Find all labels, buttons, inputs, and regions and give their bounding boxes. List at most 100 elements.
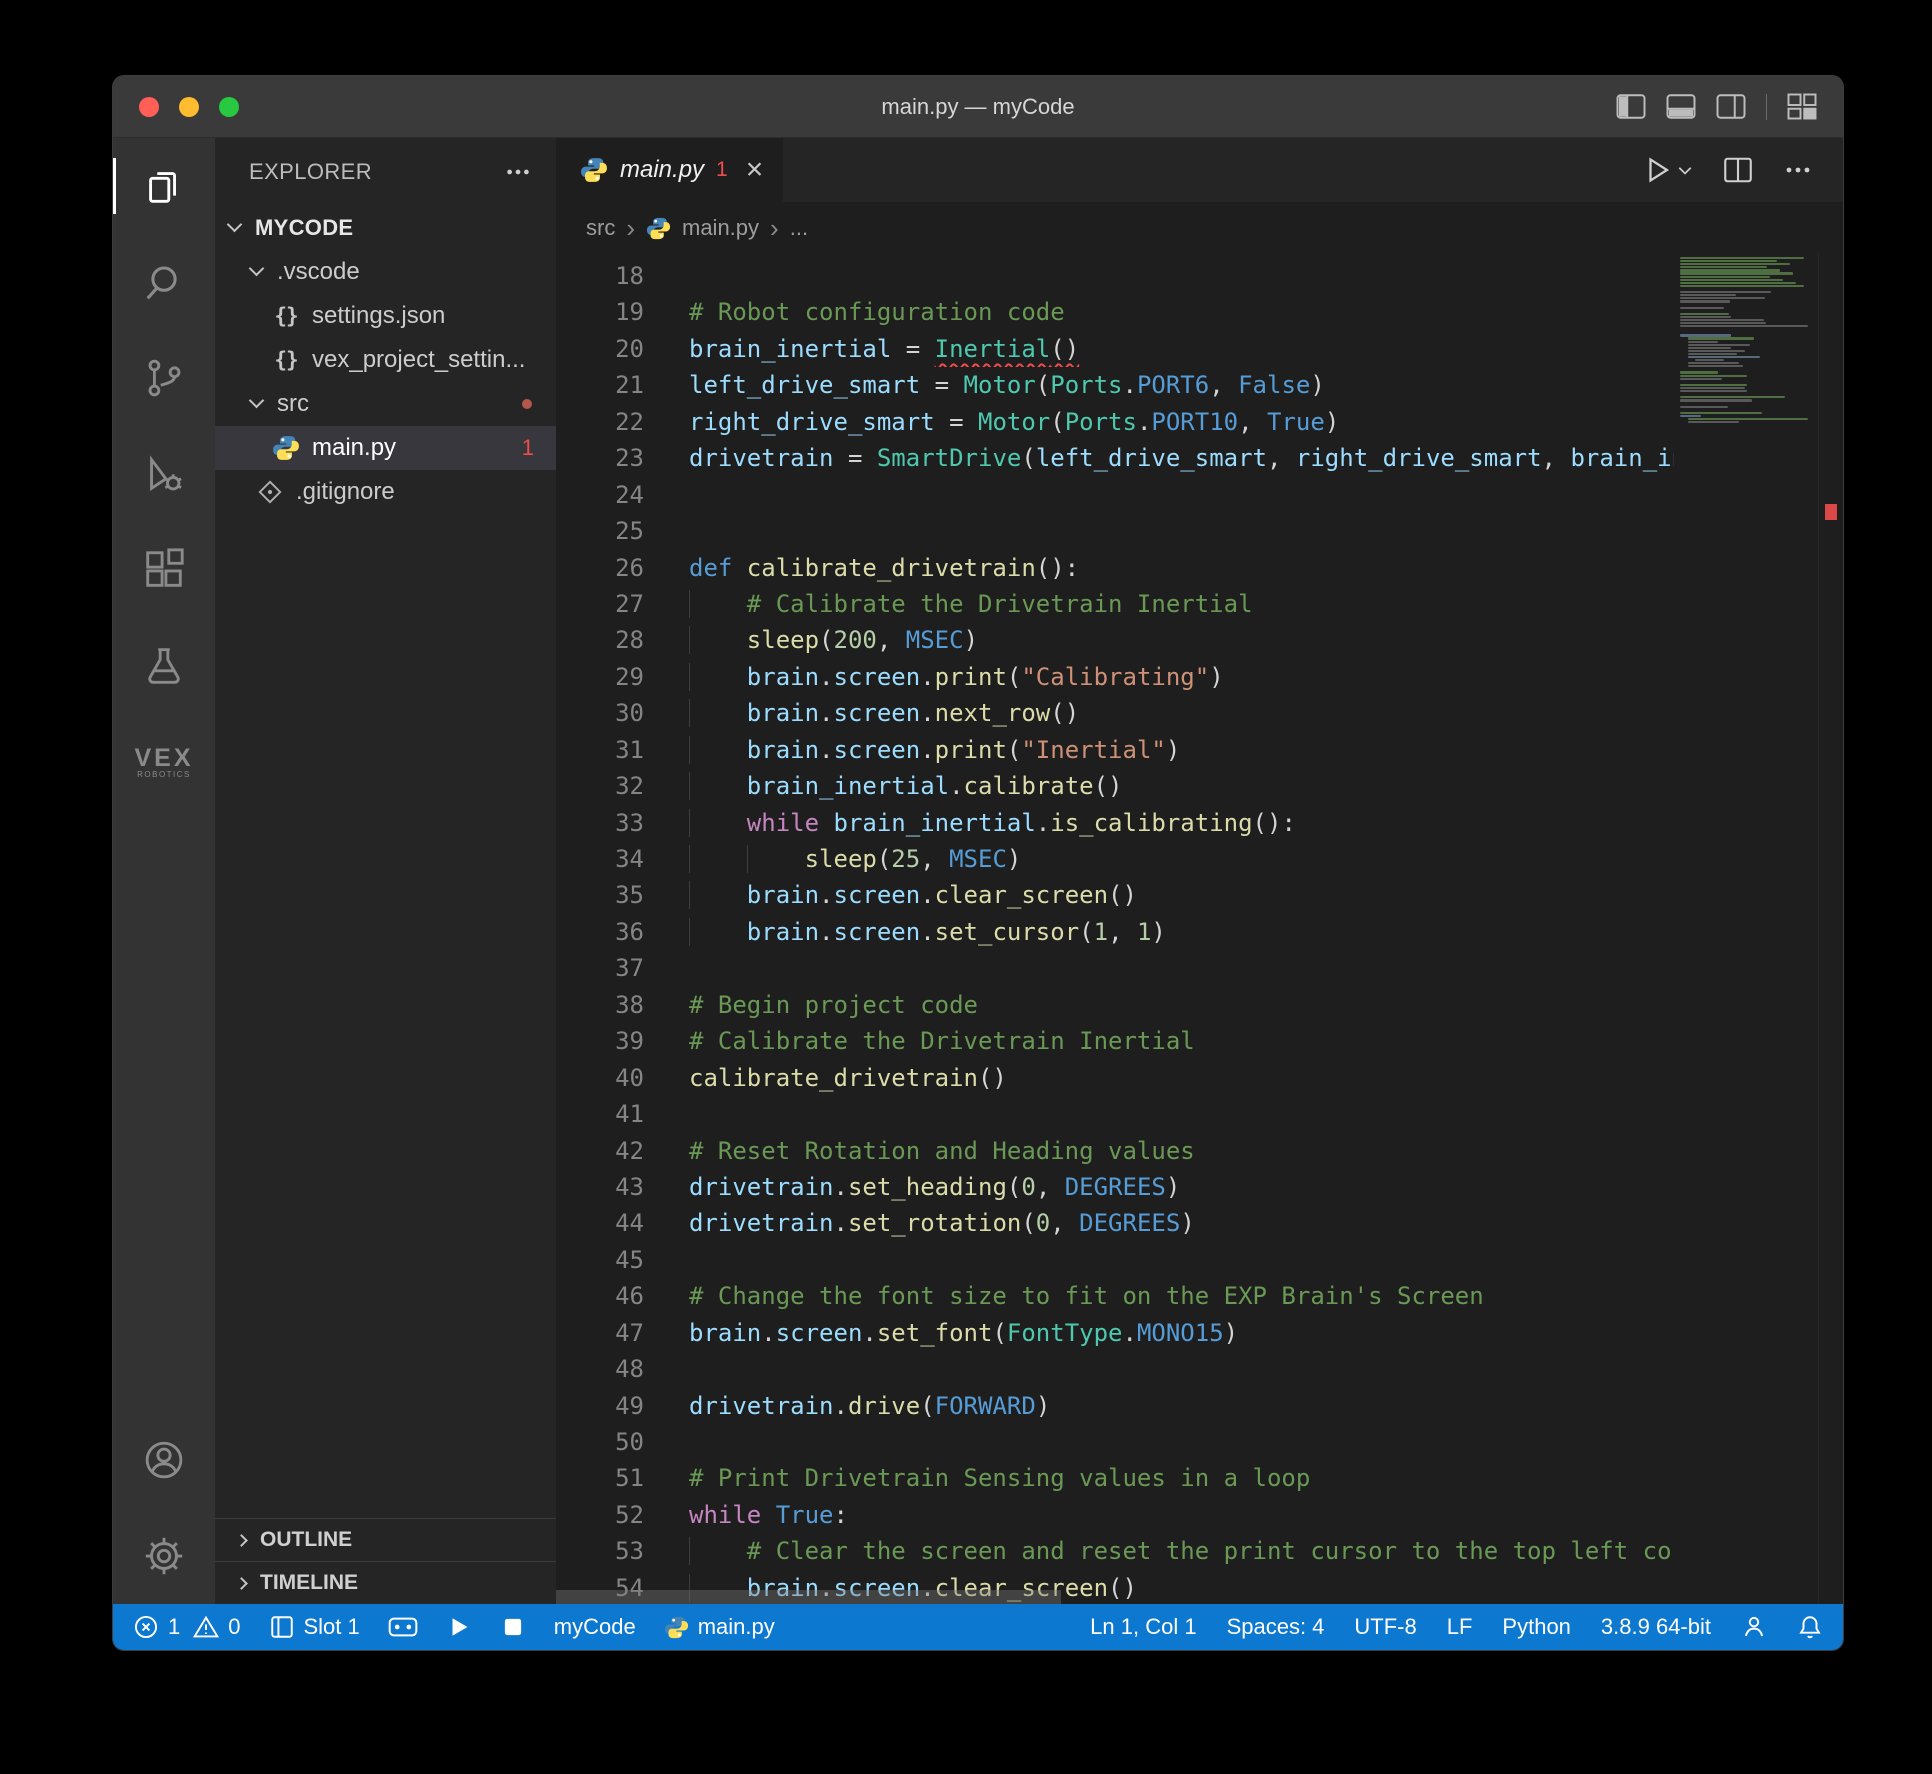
explorer-tree: .vscode{}settings.json{}vex_project_sett… (215, 250, 556, 514)
code-line-40[interactable]: 40calibrate_drivetrain() (556, 1060, 1674, 1096)
code-line-30[interactable]: 30 brain.screen.next_row() (556, 695, 1674, 731)
code-line-23[interactable]: 23drivetrain = SmartDrive(left_drive_sma… (556, 440, 1674, 476)
minimize-window-button[interactable] (179, 97, 199, 117)
project-name[interactable]: myCode (554, 1614, 636, 1640)
activity-search[interactable] (113, 234, 215, 330)
code-line-50[interactable]: 50 (556, 1424, 1674, 1460)
explorer-item-src[interactable]: src (215, 382, 556, 426)
code-line-20[interactable]: 20brain_inertial = Inertial() (556, 331, 1674, 367)
code-line-45[interactable]: 45 (556, 1242, 1674, 1278)
indentation[interactable]: Spaces: 4 (1227, 1614, 1325, 1640)
activity-accounts[interactable] (113, 1412, 215, 1508)
activity-explorer[interactable] (113, 138, 215, 234)
code-line-37[interactable]: 37 (556, 950, 1674, 986)
more-actions-icon[interactable] (1783, 155, 1813, 185)
encoding[interactable]: UTF-8 (1354, 1614, 1416, 1640)
code-line-18[interactable]: 18 (556, 258, 1674, 294)
code-content[interactable]: 1819# Robot configuration code20brain_in… (556, 258, 1674, 1604)
eol-sequence[interactable]: LF (1447, 1614, 1473, 1640)
code-line-34[interactable]: 34 sleep(25, MSEC) (556, 841, 1674, 877)
code-line-47[interactable]: 47brain.screen.set_font(FontType.MONO15) (556, 1315, 1674, 1351)
code-line-32[interactable]: 32 brain_inertial.calibrate() (556, 768, 1674, 804)
close-tab-icon[interactable]: × (746, 155, 764, 185)
code-line-33[interactable]: 33 while brain_inertial.is_calibrating()… (556, 805, 1674, 841)
stop-button[interactable] (500, 1614, 526, 1640)
code-line-46[interactable]: 46# Change the font size to fit on the E… (556, 1278, 1674, 1314)
breadcrumb-symbol[interactable]: ... (790, 215, 808, 241)
file-label: main.py (312, 434, 396, 462)
split-editor-icon[interactable] (1723, 155, 1753, 185)
code-line-39[interactable]: 39# Calibrate the Drivetrain Inertial (556, 1023, 1674, 1059)
timeline-section[interactable]: TIMELINE (215, 1561, 556, 1604)
toggle-panel-icon[interactable] (1666, 93, 1696, 120)
cursor-position[interactable]: Ln 1, Col 1 (1090, 1614, 1196, 1640)
explorer-sidebar: EXPLORER MYCODE .vscode{}settings.json{}… (215, 138, 556, 1604)
horizontal-scrollbar[interactable] (556, 1590, 1061, 1604)
notifications-button[interactable] (1797, 1614, 1823, 1640)
code-line-27[interactable]: 27 # Calibrate the Drivetrain Inertial (556, 586, 1674, 622)
activity-source-control[interactable] (113, 330, 215, 426)
toggle-primary-sidebar-icon[interactable] (1616, 93, 1646, 120)
code-line-21[interactable]: 21left_drive_smart = Motor(Ports.PORT6, … (556, 367, 1674, 403)
python-interpreter[interactable]: 3.8.9 64-bit (1601, 1614, 1711, 1640)
code-line-22[interactable]: 22right_drive_smart = Motor(Ports.PORT10… (556, 404, 1674, 440)
activity-vex[interactable]: VEX ROBOTICS (113, 714, 215, 810)
sl ot-selector[interactable]: Slot 1 (269, 1614, 360, 1640)
code-line-29[interactable]: 29 brain.screen.print("Calibrating") (556, 659, 1674, 695)
outline-section[interactable]: OUTLINE (215, 1518, 556, 1561)
code-line-26[interactable]: 26def calibrate_drivetrain(): (556, 550, 1674, 586)
breadcrumb: src main.py ... (556, 202, 1843, 254)
code-editor[interactable]: 1819# Robot configuration code20brain_in… (556, 254, 1843, 1604)
code-line-42[interactable]: 42# Reset Rotation and Heading values (556, 1133, 1674, 1169)
active-file[interactable]: main.py (664, 1614, 775, 1640)
breadcrumb-main-py[interactable]: main.py (682, 215, 759, 241)
warning-count: 0 (228, 1614, 240, 1640)
run-python-file-button[interactable] (1643, 155, 1693, 185)
code-line-25[interactable]: 25 (556, 513, 1674, 549)
vex-device-button[interactable] (388, 1616, 418, 1638)
explorer-item-vex-project-settin[interactable]: {}vex_project_settin... (215, 338, 556, 382)
code-line-19[interactable]: 19# Robot configuration code (556, 294, 1674, 330)
problems-indicator[interactable]: 1 0 (133, 1614, 241, 1640)
code-line-44[interactable]: 44drivetrain.set_rotation(0, DEGREES) (556, 1205, 1674, 1241)
feedback-button[interactable] (1741, 1614, 1767, 1640)
vertical-scrollbar[interactable] (1818, 254, 1843, 1604)
explorer-item-settings-json[interactable]: {}settings.json (215, 294, 556, 338)
activity-testing[interactable] (113, 618, 215, 714)
search-icon (141, 259, 187, 305)
code-line-51[interactable]: 51# Print Drivetrain Sensing values in a… (556, 1460, 1674, 1496)
run-button[interactable] (446, 1614, 472, 1640)
code-line-49[interactable]: 49drivetrain.drive(FORWARD) (556, 1388, 1674, 1424)
customize-layout-icon[interactable] (1787, 93, 1817, 120)
explorer-item-gitignore[interactable]: .gitignore (215, 470, 556, 514)
code-line-36[interactable]: 36 brain.screen.set_cursor(1, 1) (556, 914, 1674, 950)
activity-extensions[interactable] (113, 522, 215, 618)
explorer-more-actions-icon[interactable] (504, 158, 532, 186)
explorer-root-mycode[interactable]: MYCODE (215, 206, 556, 250)
activity-settings[interactable] (113, 1508, 215, 1604)
breadcrumb-src[interactable]: src (586, 215, 615, 241)
code-line-31[interactable]: 31 brain.screen.print("Inertial") (556, 732, 1674, 768)
tab-main-py[interactable]: main.py 1 × (556, 138, 783, 202)
files-icon (141, 163, 187, 209)
code-line-48[interactable]: 48 (556, 1351, 1674, 1387)
code-line-43[interactable]: 43drivetrain.set_heading(0, DEGREES) (556, 1169, 1674, 1205)
code-line-41[interactable]: 41 (556, 1096, 1674, 1132)
tab-problems-badge: 1 (716, 158, 728, 182)
zoom-window-button[interactable] (219, 97, 239, 117)
line-number: 49 (556, 1388, 644, 1424)
code-line-28[interactable]: 28 sleep(200, MSEC) (556, 622, 1674, 658)
code-line-24[interactable]: 24 (556, 477, 1674, 513)
explorer-item-main-py[interactable]: main.py1 (215, 426, 556, 470)
close-window-button[interactable] (139, 97, 159, 117)
code-line-35[interactable]: 35 brain.screen.clear_screen() (556, 877, 1674, 913)
code-line-53[interactable]: 53 # Clear the screen and reset the prin… (556, 1533, 1674, 1569)
code-line-52[interactable]: 52while True: (556, 1497, 1674, 1533)
language-mode[interactable]: Python (1502, 1614, 1571, 1640)
code-line-38[interactable]: 38# Begin project code (556, 987, 1674, 1023)
toggle-secondary-sidebar-icon[interactable] (1716, 93, 1746, 120)
minimap[interactable] (1674, 254, 1818, 566)
activity-run-debug[interactable] (113, 426, 215, 522)
titlebar[interactable]: main.py — myCode (113, 76, 1843, 138)
explorer-item-vscode[interactable]: .vscode (215, 250, 556, 294)
